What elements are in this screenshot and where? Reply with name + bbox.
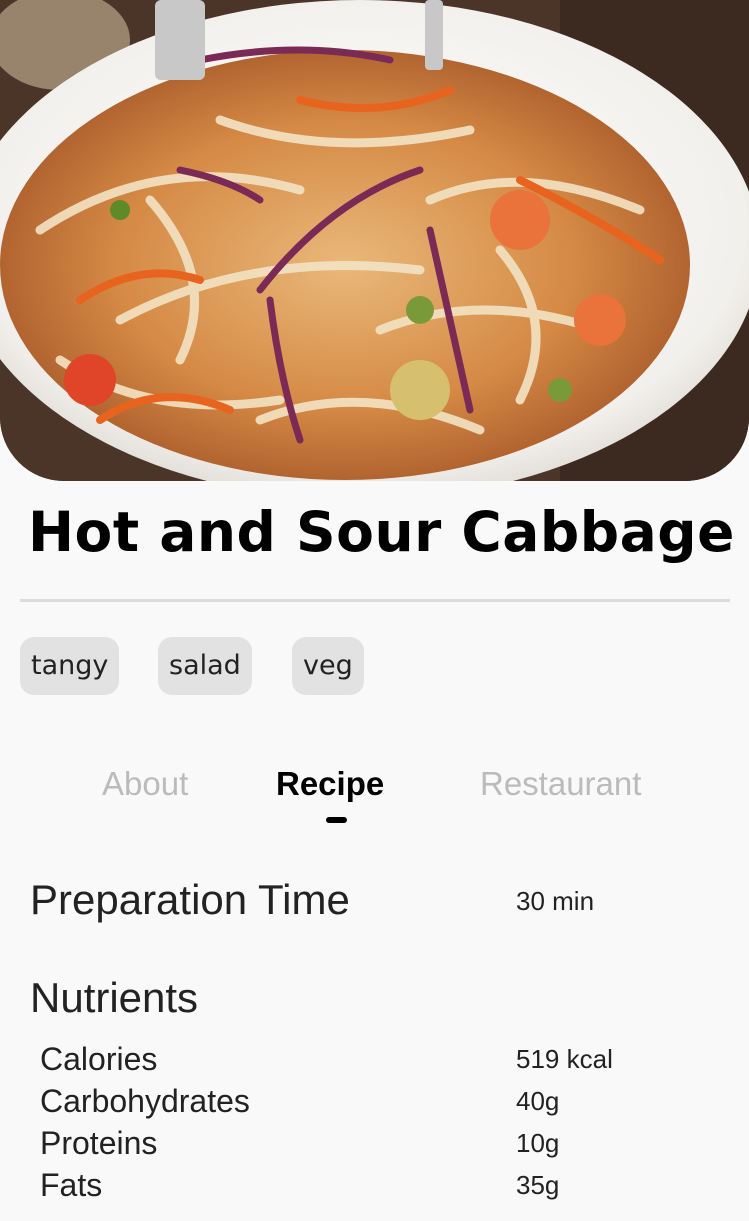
tag-chip[interactable]: salad bbox=[158, 637, 252, 695]
recipe-hero-image bbox=[0, 0, 749, 481]
nutrient-label: Carbohydrates bbox=[40, 1083, 250, 1119]
nutrient-label: Fats bbox=[40, 1167, 103, 1203]
recipe-title: Hot and Sour Cabbage bbox=[28, 500, 735, 564]
title-divider bbox=[20, 599, 730, 602]
detail-tabs: About Recipe Restaurant bbox=[0, 765, 749, 825]
nutrients-heading: Nutrients bbox=[30, 974, 199, 1021]
tag-chip[interactable]: veg bbox=[292, 637, 364, 695]
tab-recipe[interactable]: Recipe bbox=[276, 765, 384, 803]
preparation-value: 30 min bbox=[516, 886, 595, 916]
tab-about[interactable]: About bbox=[102, 765, 188, 803]
nutrient-value: 519 kcal bbox=[516, 1044, 613, 1074]
nutrient-value: 35g bbox=[516, 1170, 560, 1200]
nutrient-label: Proteins bbox=[40, 1125, 158, 1161]
active-tab-indicator bbox=[326, 817, 347, 823]
nutrient-value: 40g bbox=[516, 1086, 560, 1116]
nutrient-value: 10g bbox=[516, 1128, 560, 1158]
tag-chip[interactable]: tangy bbox=[20, 637, 120, 695]
tab-restaurant[interactable]: Restaurant bbox=[480, 765, 641, 803]
preparation-label: Preparation Time bbox=[30, 876, 350, 923]
nutrient-label: Calories bbox=[40, 1041, 158, 1077]
